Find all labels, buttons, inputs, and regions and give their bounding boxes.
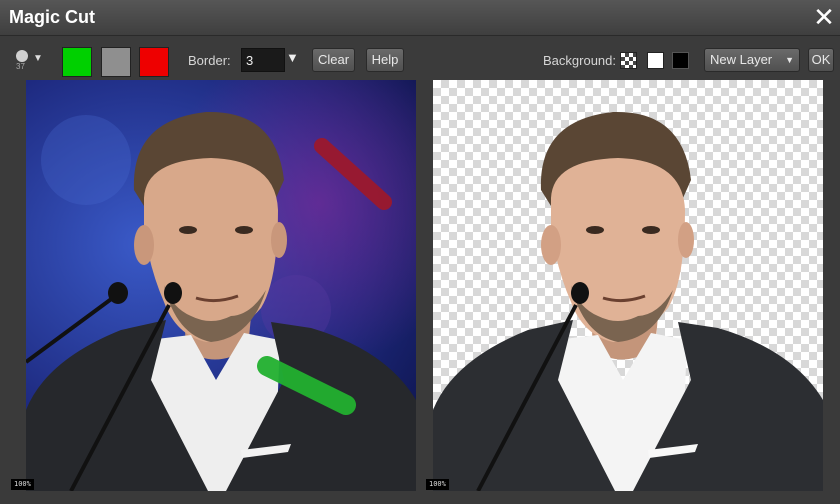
ok-button[interactable]: OK bbox=[808, 48, 834, 72]
toolbar: 37 ▼ Border: ▼ Clear Help Background: Ne… bbox=[0, 36, 840, 80]
neutral-color-swatch[interactable] bbox=[101, 47, 131, 77]
brush-icon bbox=[16, 50, 28, 62]
left-zoom-indicator: 100% bbox=[11, 479, 34, 490]
clear-button[interactable]: Clear bbox=[312, 48, 355, 72]
background-transparent-option[interactable] bbox=[620, 52, 637, 69]
result-preview-canvas bbox=[433, 80, 823, 491]
close-icon[interactable]: ✕ bbox=[812, 3, 836, 31]
brush-size-label: 37 bbox=[16, 62, 25, 71]
background-label: Background: bbox=[543, 53, 616, 68]
help-button[interactable]: Help bbox=[366, 48, 404, 72]
background-black-option[interactable] bbox=[672, 52, 689, 69]
keep-color-swatch[interactable] bbox=[62, 47, 92, 77]
background-white-option[interactable] bbox=[647, 52, 664, 69]
source-photo bbox=[26, 80, 416, 491]
border-dropdown-icon[interactable]: ▼ bbox=[286, 50, 299, 65]
layer-select[interactable]: New Layer ▼ bbox=[704, 48, 800, 72]
window-title: Magic Cut bbox=[9, 7, 96, 27]
source-image-canvas[interactable] bbox=[26, 80, 416, 491]
remove-color-swatch[interactable] bbox=[139, 47, 169, 77]
chevron-down-icon: ▼ bbox=[785, 55, 794, 65]
right-zoom-indicator: 100% bbox=[426, 479, 449, 490]
border-input[interactable] bbox=[241, 48, 285, 72]
border-label: Border: bbox=[188, 53, 231, 68]
result-cutout-photo bbox=[433, 111, 823, 491]
chevron-down-icon: ▼ bbox=[33, 53, 43, 64]
title-bar: Magic Cut ✕ bbox=[0, 0, 840, 36]
layer-select-value: New Layer bbox=[710, 52, 773, 67]
brush-size-dropdown[interactable]: 37 ▼ bbox=[14, 50, 44, 76]
